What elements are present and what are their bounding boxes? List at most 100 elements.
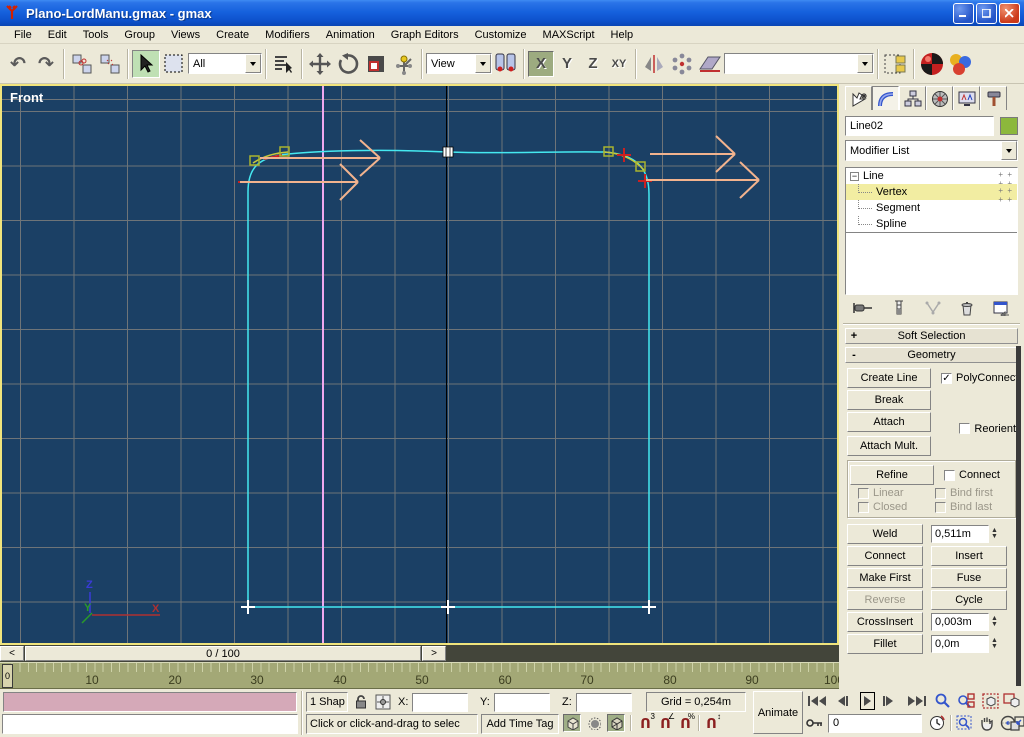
create-line-button[interactable]: Create Line — [847, 368, 931, 388]
redo-icon[interactable]: ↷ — [32, 50, 60, 78]
restrict-to-z-button[interactable]: Z — [580, 51, 606, 77]
crossinsert-threshold-field[interactable]: 0,003m — [931, 613, 989, 631]
mirror-icon[interactable] — [640, 50, 668, 78]
tab-modify[interactable] — [872, 86, 899, 110]
weld-button[interactable]: Weld — [847, 524, 923, 544]
menu-item[interactable]: Help — [603, 28, 642, 42]
restrict-to-xy-plane-button[interactable]: XY — [606, 51, 632, 77]
track-view-icon[interactable] — [882, 50, 910, 78]
polyconnect-checkbox[interactable]: ✓ — [941, 373, 952, 384]
material-editor-icon[interactable] — [946, 50, 974, 78]
panel-scrollbar[interactable] — [1016, 346, 1021, 686]
go-to-end-icon[interactable] — [908, 692, 926, 710]
select-and-rotate-icon[interactable] — [334, 50, 362, 78]
unlink-icon[interactable] — [96, 50, 124, 78]
track-bar[interactable]: 102030405060708090100 0 — [0, 662, 839, 689]
region-zoom-icon[interactable] — [955, 714, 973, 732]
angle-snap-icon[interactable]: U∠ — [657, 714, 674, 732]
restrict-to-y-button[interactable]: Y — [554, 51, 580, 77]
tab-display[interactable] — [953, 86, 980, 110]
make-first-button[interactable]: Make First — [847, 568, 923, 588]
percent-snap-icon[interactable]: U% — [677, 714, 694, 732]
spinner-arrows-icon[interactable]: ▲▼ — [991, 616, 998, 628]
select-object-icon[interactable] — [132, 50, 160, 78]
menu-item[interactable]: Modifiers — [257, 28, 318, 42]
maxscript-mini-listener[interactable] — [2, 714, 298, 734]
play-animation-icon[interactable] — [860, 692, 875, 710]
y-coordinate-input[interactable] — [494, 693, 550, 712]
spinner-snap-icon[interactable]: U↕ — [703, 714, 720, 732]
animate-button[interactable]: Animate — [753, 691, 803, 734]
object-color-swatch[interactable] — [1000, 117, 1018, 135]
rectangular-selection-region-icon[interactable] — [160, 50, 188, 78]
maximize-button[interactable] — [976, 3, 997, 24]
configure-modifier-sets-icon[interactable] — [993, 301, 1010, 316]
menu-item[interactable]: Create — [208, 28, 257, 42]
tab-hierarchy[interactable] — [899, 86, 926, 110]
select-and-link-icon[interactable] — [68, 50, 96, 78]
menu-item[interactable]: Tools — [75, 28, 117, 42]
tab-motion[interactable] — [926, 86, 953, 110]
connect-button[interactable]: Connect — [847, 546, 923, 566]
zoom-all-icon[interactable] — [957, 692, 975, 710]
selection-lock-icon[interactable] — [352, 693, 370, 711]
zoom-icon[interactable] — [934, 692, 952, 710]
menu-item[interactable]: MAXScript — [535, 28, 603, 42]
fillet-button[interactable]: Fillet — [847, 634, 923, 654]
select-by-name-icon[interactable] — [270, 50, 298, 78]
current-frame-field[interactable]: 0 — [828, 714, 922, 733]
time-slider-next-button[interactable]: > — [422, 646, 446, 661]
named-selection-sets-dropdown[interactable] — [724, 53, 874, 74]
absolute-offset-mode-icon[interactable] — [374, 693, 392, 711]
modifier-list-dropdown[interactable]: Modifier List — [845, 140, 1018, 161]
stack-item-line[interactable]: − Line + ++ + — [846, 168, 1017, 184]
pan-hand-icon[interactable] — [977, 714, 995, 732]
refine-button[interactable]: Refine — [850, 465, 934, 485]
attach-button[interactable]: Attach — [847, 412, 931, 432]
remove-modifier-icon[interactable] — [961, 301, 973, 316]
insert-button[interactable]: Insert — [931, 546, 1007, 566]
wireframe-cube-icon[interactable] — [607, 714, 625, 732]
weld-threshold-field[interactable]: 0,511m — [931, 525, 989, 543]
stack-item-vertex[interactable]: Vertex + ++ + — [846, 184, 1017, 200]
zoom-extents-icon[interactable] — [981, 692, 999, 710]
attach-mult-button[interactable]: Attach Mult. — [847, 436, 931, 456]
front-viewport[interactable]: Front — [0, 84, 839, 645]
dropdown-arrow-icon[interactable] — [475, 54, 491, 73]
cycle-button[interactable]: Cycle — [931, 590, 1007, 610]
go-to-start-icon[interactable] — [808, 692, 826, 710]
dotted-sphere-icon[interactable] — [585, 714, 603, 732]
dropdown-arrow-icon[interactable] — [1001, 141, 1017, 160]
maxscript-macro-recorder[interactable] — [3, 692, 297, 712]
stack-item-spline[interactable]: Spline — [846, 216, 1017, 232]
dropdown-arrow-icon[interactable] — [857, 54, 873, 73]
previous-frame-icon[interactable] — [838, 692, 848, 710]
menu-item[interactable]: File — [6, 28, 40, 42]
tab-create[interactable] — [845, 86, 872, 110]
select-and-manipulate-icon[interactable] — [390, 50, 418, 78]
x-coordinate-input[interactable] — [412, 693, 468, 712]
menu-item[interactable]: Customize — [467, 28, 535, 42]
snap-toggle-3d-icon[interactable]: U3 — [637, 714, 654, 732]
menu-item[interactable]: Edit — [40, 28, 75, 42]
undo-icon[interactable]: ↶ — [4, 50, 32, 78]
collapse-icon[interactable]: − — [850, 172, 859, 181]
array-icon[interactable] — [668, 50, 696, 78]
spinner-arrows-icon[interactable]: ▲▼ — [991, 638, 998, 650]
minimize-button[interactable] — [953, 3, 974, 24]
min-max-toggle-icon[interactable] — [1008, 714, 1024, 732]
set-key-icon[interactable] — [806, 714, 824, 732]
add-time-tag-button[interactable]: Add Time Tag — [481, 714, 559, 734]
tab-utilities[interactable] — [980, 86, 1007, 110]
fuse-button[interactable]: Fuse — [931, 568, 1007, 588]
pin-stack-icon[interactable] — [853, 301, 873, 315]
menu-item[interactable]: Animation — [318, 28, 383, 42]
connect-checkbox[interactable] — [944, 470, 955, 481]
align-icon[interactable] — [696, 50, 724, 78]
rollout-soft-selection[interactable]: + Soft Selection — [845, 328, 1018, 344]
time-slider-prev-button[interactable]: < — [0, 646, 24, 661]
rollout-geometry[interactable]: - Geometry — [845, 347, 1018, 363]
select-and-scale-icon[interactable] — [362, 50, 390, 78]
restrict-to-x-button[interactable]: X — [528, 51, 554, 77]
time-configuration-icon[interactable] — [928, 714, 946, 732]
